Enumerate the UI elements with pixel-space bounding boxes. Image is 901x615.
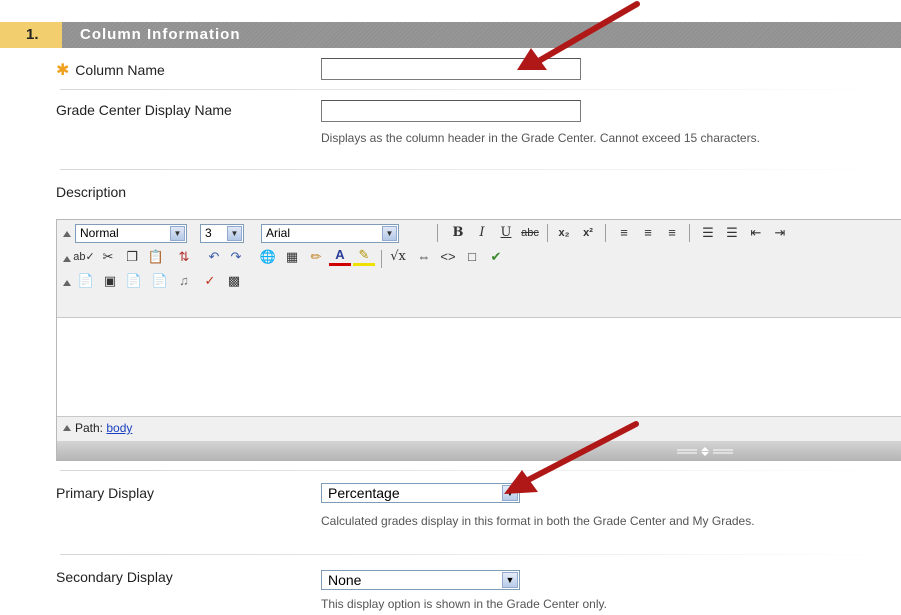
secondary-display-select[interactable]: None ▼ [321,570,520,590]
pencil-icon[interactable]: ✏ [305,246,327,268]
flash-icon[interactable]: ✓ [199,270,221,292]
annotation-arrow-icon [504,421,639,494]
preview-icon[interactable]: □ [461,246,483,268]
path-body-link[interactable]: body [106,421,132,435]
description-label: Description [56,184,127,200]
toolbar-separator [437,224,438,242]
format-select[interactable]: Normal ▼ [75,224,187,243]
strikethrough-icon[interactable]: abc [519,222,541,244]
editor-content-area[interactable] [57,317,901,417]
text-color-icon[interactable]: A [329,246,351,266]
required-star-icon: ✱ [56,62,70,79]
check-icon[interactable]: ✔ [485,246,507,268]
primary-display-help: Calculated grades display in this format… [321,514,755,528]
toolbar-separator [547,224,548,242]
font-select-value: Arial [266,226,291,240]
toolbar-separator [689,224,690,242]
link-icon[interactable]: 🌐 [257,246,279,268]
unlink-icon[interactable]: ⇅ [173,246,195,268]
editor-toolbar-row-1: Normal ▼ 3 ▼ Arial ▼ B I U abc x₂ x² ≡ ≡… [57,220,901,246]
display-name-help: Displays as the column header in the Gra… [321,131,760,145]
template-icon[interactable]: ▩ [223,270,245,292]
display-name-label: Grade Center Display Name [56,102,232,118]
redo-icon[interactable]: ↷ [225,246,247,268]
align-left-icon[interactable]: ≡ [613,222,635,244]
chevron-down-icon: ▼ [502,572,518,588]
attach-file-icon[interactable]: 📄 [123,270,145,292]
secondary-display-label: Secondary Display [56,569,173,585]
highlight-icon[interactable]: ✎ [353,246,375,266]
mashup-icon[interactable]: 📄 [149,270,171,292]
media-icon[interactable]: ♫ [173,270,195,292]
secondary-display-value: None [328,572,362,588]
editor-path-bar: Path: body [57,416,901,440]
display-name-input[interactable] [321,100,581,122]
primary-display-label: Primary Display [56,485,155,501]
column-name-label: ✱ Column Name [56,60,165,80]
align-center-icon[interactable]: ≡ [637,222,659,244]
unordered-list-icon[interactable]: ☰ [721,222,743,244]
editor-toolbar-row-3: 📄 ▣ 📄 📄 ♫ ✓ ▩ [57,270,901,296]
divider [60,554,901,555]
toolbar-separator [605,224,606,242]
rich-text-editor: Normal ▼ 3 ▼ Arial ▼ B I U abc x₂ x² ≡ ≡… [56,219,901,461]
paste-icon[interactable]: 📋 [145,246,167,268]
outdent-icon[interactable]: ⇤ [745,222,767,244]
section-title: Column Information [62,22,901,48]
collapse-toolbar-icon[interactable] [63,280,71,286]
collapse-toolbar-icon[interactable] [63,256,71,262]
editor-toolbar-row-2: ab✓ ✂ ❐ 📋 ⇅ ↶ ↷ 🌐 ▦ ✏ A ✎ √x ⇔ <> □ ✔ [57,246,901,272]
italic-icon[interactable]: I [471,222,493,244]
subscript-icon[interactable]: x₂ [553,222,575,244]
secondary-display-help: This display option is shown in the Grad… [321,597,607,611]
align-right-icon[interactable]: ≡ [661,222,683,244]
toolbar-separator [381,250,382,268]
editor-resize-handle[interactable] [57,441,901,461]
step-number: 1. [0,22,62,48]
source-icon[interactable]: ⇔ [413,246,435,268]
table-icon[interactable]: ▦ [281,246,303,268]
copy-icon[interactable]: ❐ [121,246,143,268]
column-name-label-text: Column Name [75,62,165,78]
indent-icon[interactable]: ⇥ [769,222,791,244]
chevron-down-icon: ▼ [170,226,185,241]
section-header: 1. Column Information [0,22,901,48]
image-icon[interactable]: ▣ [99,270,121,292]
font-select[interactable]: Arial ▼ [261,224,399,243]
collapse-toolbar-icon[interactable] [63,231,71,237]
resize-grip-icon [677,447,733,456]
path-label: Path: [75,421,104,435]
collapse-path-icon[interactable] [63,425,71,431]
html-icon[interactable]: <> [437,246,459,268]
format-select-value: Normal [80,226,119,240]
spellcheck-icon[interactable]: ab✓ [73,246,95,268]
paste-word-icon[interactable]: 📄 [75,270,97,292]
annotation-arrow-icon [517,1,640,70]
underline-icon[interactable]: U [495,222,517,244]
divider [60,89,901,90]
ordered-list-icon[interactable]: ☰ [697,222,719,244]
undo-icon[interactable]: ↶ [203,246,225,268]
primary-display-value: Percentage [328,485,400,501]
cut-icon[interactable]: ✂ [97,246,119,268]
primary-display-select[interactable]: Percentage ▼ [321,483,520,503]
equation-icon[interactable]: √x [387,246,409,268]
superscript-icon[interactable]: x² [577,222,599,244]
size-select[interactable]: 3 ▼ [200,224,244,243]
divider [60,169,901,170]
chevron-down-icon: ▼ [382,226,397,241]
chevron-down-icon: ▼ [227,226,242,241]
divider [60,470,901,471]
size-select-value: 3 [205,226,212,240]
bold-icon[interactable]: B [447,222,469,244]
